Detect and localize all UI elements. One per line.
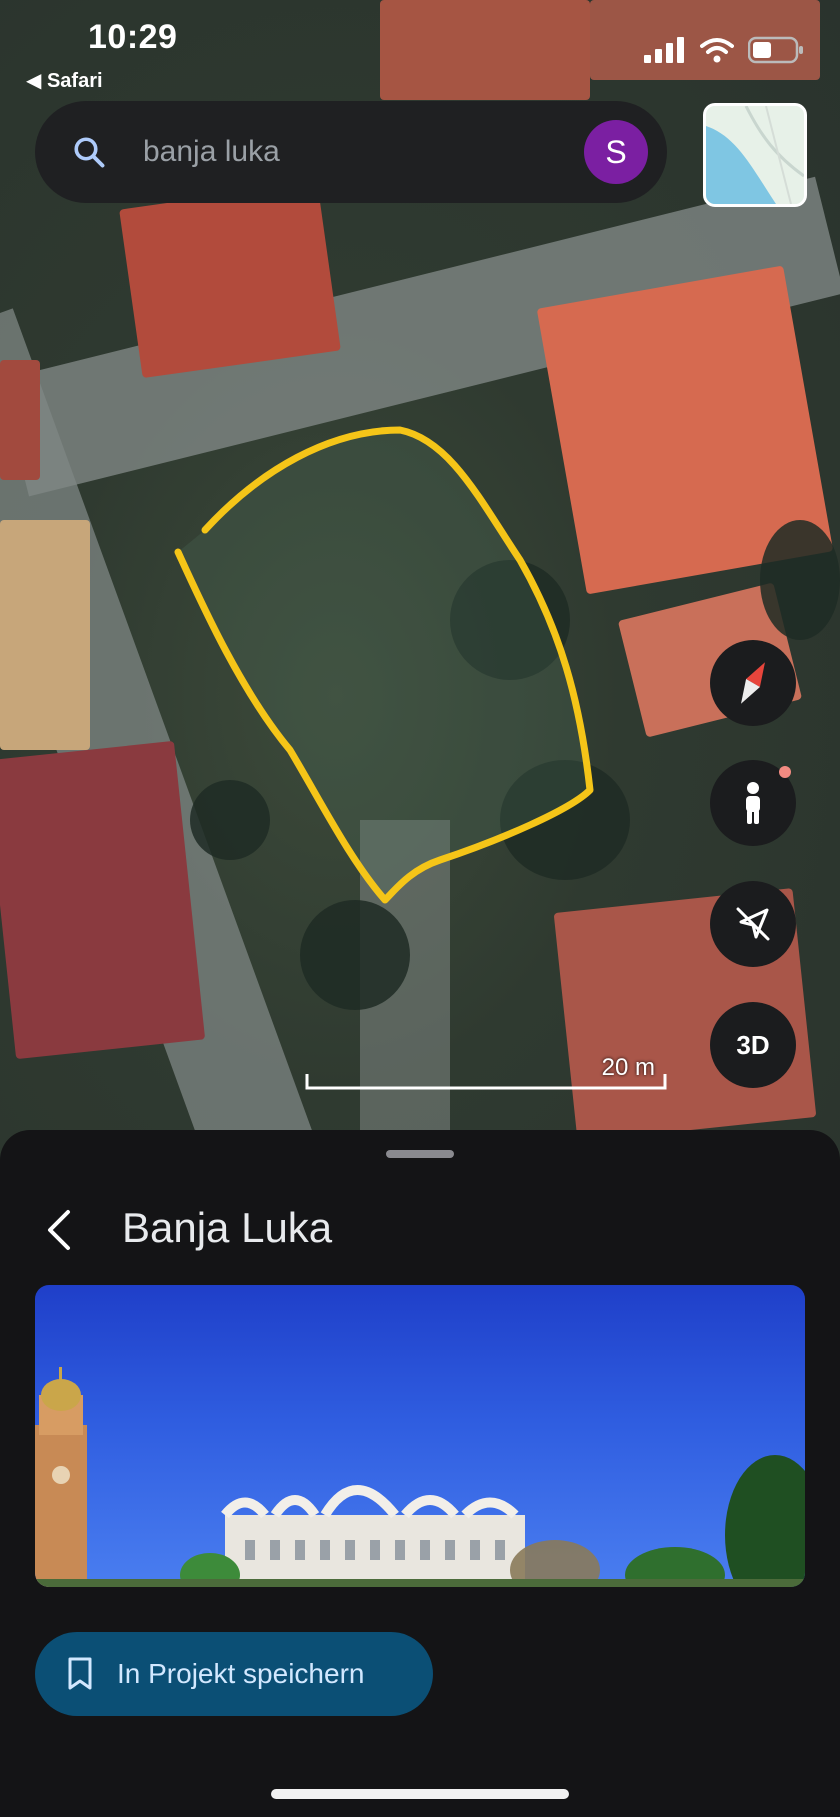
bookmark-icon xyxy=(68,1657,92,1690)
search-bar[interactable]: banja luka S xyxy=(35,101,667,203)
place-photo[interactable] xyxy=(35,1285,805,1587)
search-input[interactable]: banja luka xyxy=(143,135,584,169)
wifi-icon xyxy=(700,38,734,63)
compass-icon xyxy=(741,662,765,704)
back-app-label: Safari xyxy=(46,70,103,92)
back-button[interactable] xyxy=(28,1200,88,1260)
status-time: 10:29 xyxy=(88,18,178,56)
back-arrow-icon xyxy=(48,1210,70,1250)
save-to-project-button[interactable]: In Projekt speichern xyxy=(35,1632,433,1716)
cellular-signal-icon xyxy=(644,37,684,63)
my-location-button[interactable] xyxy=(710,881,796,967)
map-layer-thumbnail[interactable] xyxy=(703,103,807,207)
home-indicator[interactable] xyxy=(271,1789,569,1799)
back-triangle-icon: ◀ xyxy=(26,70,42,92)
sheet-drag-handle[interactable] xyxy=(386,1150,454,1158)
back-to-app-link[interactable]: ◀ Safari xyxy=(26,68,103,93)
status-icons xyxy=(644,36,804,64)
map-preview-icon xyxy=(706,106,804,204)
pegman-icon xyxy=(746,782,760,824)
place-title: Banja Luka xyxy=(122,1204,333,1251)
account-avatar[interactable]: S xyxy=(584,120,648,184)
notification-dot xyxy=(779,766,791,778)
compass-button[interactable] xyxy=(710,640,796,726)
3d-toggle-button[interactable]: 3D xyxy=(710,1002,796,1088)
map-scale: 20 m xyxy=(305,1052,667,1092)
battery-icon xyxy=(748,36,803,64)
place-photo-image xyxy=(35,1367,805,1587)
scale-bar xyxy=(305,1074,667,1090)
search-icon xyxy=(74,137,105,168)
save-button-label: In Projekt speichern xyxy=(117,1658,365,1689)
location-off-icon xyxy=(736,907,770,941)
place-sheet[interactable]: Banja Luka In Projekt speichern xyxy=(0,1130,840,1817)
